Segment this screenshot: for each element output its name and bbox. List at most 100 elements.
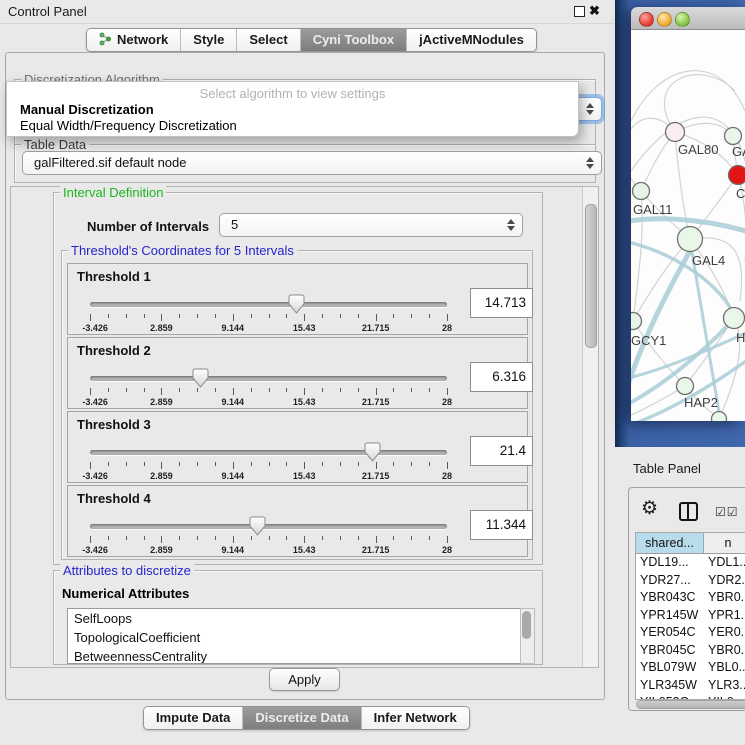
network-canvas[interactable]: GAL80GACGAL11GAL4GCY1HHAP2 [631,30,745,421]
popup-item-equal-width-frequency[interactable]: Equal Width/Frequency Discretization [20,118,237,133]
threshold-slider[interactable]: -3.4262.8599.14415.4321.71528 [90,366,447,406]
threshold-value-field[interactable]: 21.4 [470,436,533,466]
gear-icon[interactable]: ⚙ [641,499,658,518]
network-node-ga[interactable] [725,128,742,145]
cell-name[interactable]: YBR0... [708,589,745,607]
cell-shared-name[interactable]: YDL19... [636,554,708,572]
horizontal-scrollbar[interactable] [635,700,745,709]
cell-name[interactable]: YBR0... [708,642,745,660]
slider-tick [251,462,252,466]
tab-jactivemnodules[interactable]: jActiveMNodules [406,29,536,51]
threshold-value-field[interactable]: 11.344 [470,510,533,540]
network-node[interactable] [712,412,727,422]
minimize-traffic-light-icon[interactable] [657,12,672,27]
horizontal-scrollbar-thumb[interactable] [636,700,745,709]
network-edge[interactable] [641,132,675,191]
slider-thumb[interactable] [192,368,209,388]
table-data-combobox-value: galFiltered.sif default node [34,155,186,170]
numerical-attributes-label: Numerical Attributes [62,586,189,601]
network-node-label: HAP2 [684,395,718,410]
slider-tick-label: 15.43 [293,397,316,407]
screen: Control Panel ✖ NetworkStyleSelectCyni T… [0,0,745,745]
vertical-scrollbar[interactable] [582,187,598,667]
cell-shared-name[interactable]: YDR27... [636,572,708,590]
cell-name[interactable]: YPR1... [708,607,745,625]
slider-tick [340,536,341,540]
column-header-name[interactable]: n [704,533,745,553]
table-row[interactable]: YDR27...YDR2... [636,572,745,590]
slider-track[interactable] [90,450,447,455]
close-traffic-light-icon[interactable] [639,12,654,27]
float-window-icon[interactable] [574,6,585,17]
table-row[interactable]: YBR045CYBR0... [636,642,745,660]
cell-name[interactable]: YER0... [708,624,745,642]
slider-thumb[interactable] [249,516,266,536]
cell-shared-name[interactable]: YER054C [636,624,708,642]
threshold-value-field[interactable]: 14.713 [470,288,533,318]
threshold-slider[interactable]: -3.4262.8599.14415.4321.71528 [90,440,447,480]
slider-tick [393,462,394,466]
network-node-gal4[interactable] [678,227,703,252]
vertical-scrollbar-thumb[interactable] [585,204,597,348]
network-node-gal11[interactable] [633,183,650,200]
cell-name[interactable]: YLR3... [708,677,745,695]
slider-tick [340,388,341,392]
table-row[interactable]: YER054CYER0... [636,624,745,642]
tab-cyni-toolbox[interactable]: Cyni Toolbox [300,29,406,51]
table-row[interactable]: YBL079WYBL0... [636,659,745,677]
num-intervals-combobox[interactable]: 5 [219,213,523,237]
attribute-item-selfloops[interactable]: SelfLoops [68,609,520,628]
network-node-gal80[interactable] [666,123,685,142]
attributes-list-scrollbar[interactable] [520,608,535,664]
table-row[interactable]: YDL19...YDL1... [636,554,745,572]
popup-item-manual-discretization[interactable]: Manual Discretization [20,102,154,117]
tab-label: Style [193,29,224,51]
attributes-list-scrollbar-thumb[interactable] [522,611,531,639]
network-edge-thick[interactable] [631,239,732,311]
cell-name[interactable]: YDR2... [708,572,745,590]
network-window-titlebar[interactable] [631,7,745,30]
threshold-slider[interactable]: -3.4262.8599.14415.4321.71528 [90,292,447,332]
slider-track[interactable] [90,524,447,529]
checkbox-columns-icon[interactable]: ☑☑ [715,505,739,519]
network-node-gcy1[interactable] [631,313,642,330]
apply-button[interactable]: Apply [269,668,340,691]
close-icon[interactable]: ✖ [589,3,600,19]
column-header-shared-name[interactable]: shared... [636,533,704,553]
tab-network[interactable]: Network [87,29,180,51]
cell-shared-name[interactable]: YBR043C [636,589,708,607]
network-node-hap2[interactable] [677,378,694,395]
tab-impute-data[interactable]: Impute Data [144,707,242,729]
network-edge[interactable] [631,71,745,121]
network-node-h[interactable] [724,308,745,329]
network-window: GAL80GACGAL11GAL4GCY1HHAP2 [631,7,745,421]
cell-shared-name[interactable]: YBR045C [636,642,708,660]
tab-select[interactable]: Select [236,29,299,51]
tab-style[interactable]: Style [180,29,236,51]
cell-shared-name[interactable]: YPR145W [636,607,708,625]
table-row[interactable]: YLR345WYLR3... [636,677,745,695]
threshold-slider[interactable]: -3.4262.8599.14415.4321.71528 [90,514,447,554]
cell-shared-name[interactable]: YLR345W [636,677,708,695]
attribute-item-betweennesscentrality[interactable]: BetweennessCentrality [68,647,520,664]
tab-infer-network[interactable]: Infer Network [361,707,469,729]
cell-shared-name[interactable]: YBL079W [636,659,708,677]
slider-tick-label: 15.43 [293,323,316,333]
table-row[interactable]: YBR043CYBR0... [636,589,745,607]
numerical-attributes-list[interactable]: SelfLoopsTopologicalCoefficientBetweenne… [67,608,521,664]
zoom-traffic-light-icon[interactable] [675,12,690,27]
table-row[interactable]: YPR145WYPR1... [636,607,745,625]
slider-track[interactable] [90,302,447,307]
slider-tick [233,462,234,469]
tab-discretize-data[interactable]: Discretize Data [242,707,360,729]
attribute-item-topologicalcoefficient[interactable]: TopologicalCoefficient [68,628,520,647]
table-data-combobox[interactable]: galFiltered.sif default node [22,151,602,175]
slider-track[interactable] [90,376,447,381]
cell-name[interactable]: YDL1... [708,554,745,572]
network-node-c[interactable] [729,166,745,185]
threshold-value-field[interactable]: 6.316 [470,362,533,392]
slider-thumb[interactable] [364,442,381,462]
cell-name[interactable]: YBL0... [708,659,745,677]
slider-thumb[interactable] [288,294,305,314]
split-view-icon[interactable] [679,502,698,521]
